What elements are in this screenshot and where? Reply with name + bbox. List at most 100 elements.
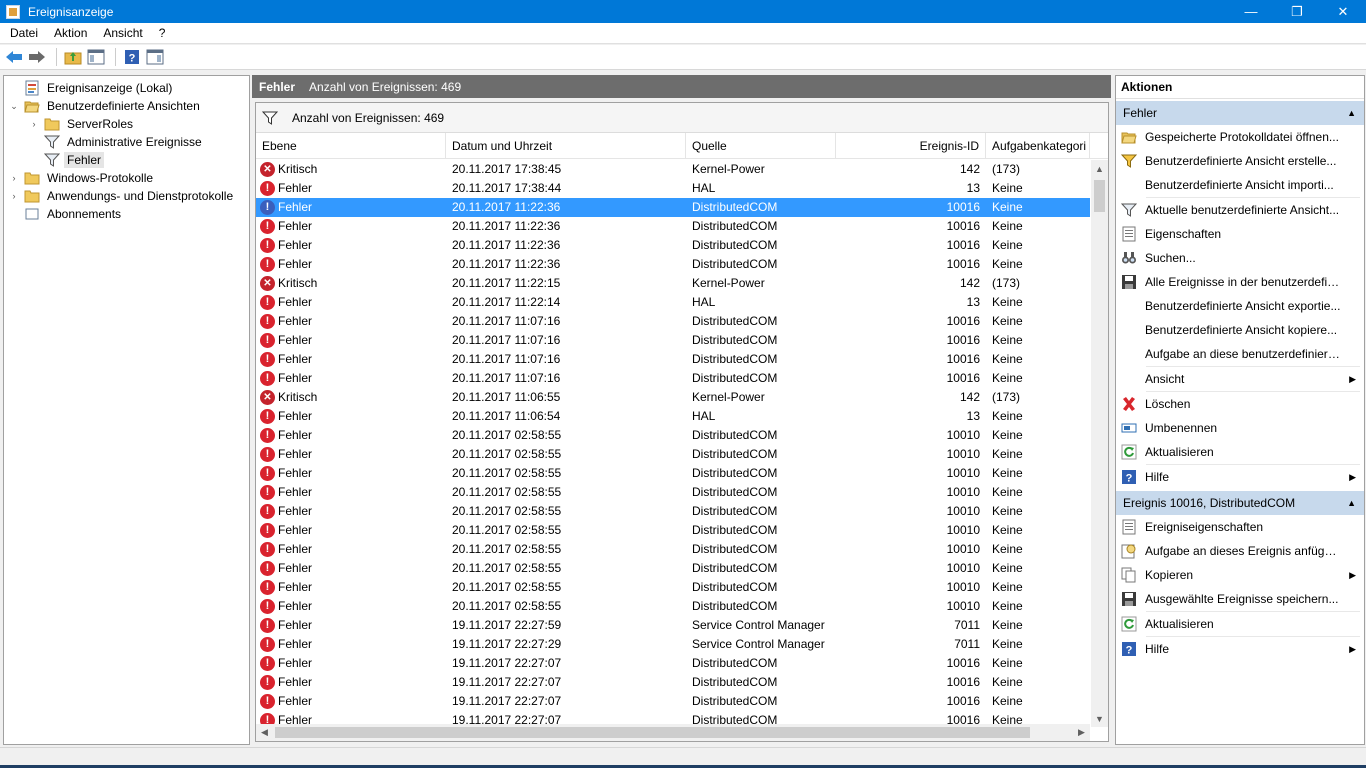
action-item[interactable]: Ausgewählte Ereignisse speichern... xyxy=(1116,587,1364,611)
task-category-cell: Keine xyxy=(992,238,1023,252)
column-header-ebene[interactable]: Ebene xyxy=(256,132,446,159)
horizontal-scrollbar[interactable]: ◀ ▶ xyxy=(256,724,1090,741)
scroll-down-arrow-icon[interactable]: ▼ xyxy=(1091,710,1108,727)
tree-node-abonnements[interactable]: Abonnements xyxy=(4,205,249,223)
action-item[interactable]: Aufgabe an dieses Ereignis anfüge... xyxy=(1116,539,1364,563)
vertical-scrollbar[interactable]: ▲ ▼ xyxy=(1091,160,1108,727)
table-row[interactable]: ! Fehler 20.11.2017 02:58:55 DistributedCOM… xyxy=(256,540,1090,559)
forward-arrow-icon[interactable] xyxy=(27,47,47,67)
action-item[interactable]: Aufgabe an diese benutzerdefiniert... xyxy=(1116,342,1364,366)
tree-node-anwendungs-und-dienstprotokolle[interactable]: › Anwendungs- und Dienstprotokolle xyxy=(4,187,249,205)
table-row[interactable]: ! Fehler 20.11.2017 02:58:55 DistributedCOM… xyxy=(256,521,1090,540)
table-row[interactable]: ! Fehler 19.11.2017 22:27:07 DistributedCOM… xyxy=(256,692,1090,711)
action-item[interactable]: ? Hilfe ▶ xyxy=(1116,637,1364,661)
action-item[interactable]: Ereigniseigenschaften xyxy=(1116,515,1364,539)
tree-node-ereignisanzeige-lokal[interactable]: Ereignisanzeige (Lokal) xyxy=(4,79,249,97)
column-header-datum[interactable]: Datum und Uhrzeit xyxy=(446,132,686,159)
action-item[interactable]: Alle Ereignisse in der benutzerdefin... xyxy=(1116,270,1364,294)
table-row[interactable]: ! Fehler 20.11.2017 02:58:55 DistributedCOM… xyxy=(256,464,1090,483)
menu-ansicht[interactable]: Ansicht xyxy=(95,23,150,44)
table-row[interactable]: ! Fehler 19.11.2017 22:27:59 Service Contro… xyxy=(256,616,1090,635)
expand-chevron-icon[interactable]: › xyxy=(28,118,40,130)
tree-node-serverroles[interactable]: › ServerRoles xyxy=(4,115,249,133)
action-item[interactable]: Umbenennen xyxy=(1116,416,1364,440)
scroll-right-arrow-icon[interactable]: ▶ xyxy=(1073,724,1090,741)
table-row[interactable]: ! Fehler 20.11.2017 11:22:36 DistributedCOM… xyxy=(256,198,1090,217)
action-item[interactable]: Benutzerdefinierte Ansicht kopiere... xyxy=(1116,318,1364,342)
table-row[interactable]: ✕ Kritisch 20.11.2017 11:06:55 Kernel-Power… xyxy=(256,388,1090,407)
event-id-cell: 10010 xyxy=(946,523,980,537)
tree-node-windows-protokolle[interactable]: › Windows-Protokolle xyxy=(4,169,249,187)
table-row[interactable]: ✕ Kritisch 20.11.2017 11:22:15 Kernel-Power… xyxy=(256,274,1090,293)
action-item[interactable]: Gespeicherte Protokolldatei öffnen... xyxy=(1116,125,1364,149)
action-item[interactable]: Benutzerdefinierte Ansicht importi... xyxy=(1116,173,1364,197)
scroll-up-arrow-icon[interactable]: ▲ xyxy=(1091,160,1108,177)
table-row[interactable]: ! Fehler 20.11.2017 02:58:55 DistributedCOM… xyxy=(256,483,1090,502)
expand-chevron-icon[interactable]: › xyxy=(8,172,20,184)
action-item[interactable]: Eigenschaften xyxy=(1116,222,1364,246)
scroll-thumb[interactable] xyxy=(1094,180,1105,212)
table-row[interactable]: ! Fehler 20.11.2017 11:07:16 DistributedCOM… xyxy=(256,350,1090,369)
error-icon: ! xyxy=(260,181,275,196)
table-row[interactable]: ! Fehler 20.11.2017 11:07:16 DistributedCOM… xyxy=(256,369,1090,388)
action-item[interactable]: Benutzerdefinierte Ansicht exportie... xyxy=(1116,294,1364,318)
error-icon: ! xyxy=(260,314,275,329)
expand-chevron-icon[interactable]: ⌄ xyxy=(8,100,20,112)
table-row[interactable]: ! Fehler 20.11.2017 02:58:55 DistributedCOM… xyxy=(256,597,1090,616)
menu-aktion[interactable]: Aktion xyxy=(46,23,95,44)
table-row[interactable]: ! Fehler 20.11.2017 11:06:54 HAL 13 Keine xyxy=(256,407,1090,426)
table-row[interactable]: ! Fehler 19.11.2017 22:27:29 Service Contro… xyxy=(256,635,1090,654)
actions-section-header[interactable]: Ereignis 10016, DistributedCOM ▲ xyxy=(1116,491,1364,515)
menu-datei[interactable]: Datei xyxy=(0,23,46,44)
table-row[interactable]: ! Fehler 20.11.2017 11:22:14 HAL 13 Keine xyxy=(256,293,1090,312)
action-item[interactable]: Benutzerdefinierte Ansicht erstelle... xyxy=(1116,149,1364,173)
help-icon[interactable]: ? xyxy=(122,47,142,67)
menu-help[interactable]: ? xyxy=(151,23,174,44)
table-row[interactable]: ! Fehler 20.11.2017 02:58:55 DistributedCOM… xyxy=(256,578,1090,597)
column-header-aufgabenkategorie[interactable]: Aufgabenkategori xyxy=(986,132,1090,159)
action-item[interactable]: Aktualisieren xyxy=(1116,612,1364,636)
task-category-cell: Keine xyxy=(992,428,1023,442)
action-item[interactable]: Suchen... xyxy=(1116,246,1364,270)
show-hide-action-pane-icon[interactable] xyxy=(145,47,165,67)
collapse-caret-icon[interactable]: ▲ xyxy=(1347,108,1356,118)
table-row[interactable]: ! Fehler 20.11.2017 02:58:55 DistributedCOM… xyxy=(256,502,1090,521)
column-header-quelle[interactable]: Quelle xyxy=(686,132,836,159)
action-item[interactable]: Kopieren ▶ xyxy=(1116,563,1364,587)
action-item[interactable]: Ansicht ▶ xyxy=(1116,367,1364,391)
minimize-button[interactable]: — xyxy=(1228,0,1274,23)
tree-node-benutzerdefinierte-ansichten[interactable]: ⌄ Benutzerdefinierte Ansichten xyxy=(4,97,249,115)
table-row[interactable]: ! Fehler 20.11.2017 11:07:16 DistributedCOM… xyxy=(256,312,1090,331)
column-header-ereignis-id[interactable]: Ereignis-ID xyxy=(836,132,986,159)
table-row[interactable]: ! Fehler 20.11.2017 17:38:44 HAL 13 Keine xyxy=(256,179,1090,198)
action-item[interactable]: ? Hilfe ▶ xyxy=(1116,465,1364,489)
folder-up-icon[interactable] xyxy=(63,47,83,67)
source-cell: DistributedCOM xyxy=(692,428,778,442)
hscroll-thumb[interactable] xyxy=(275,727,1030,738)
table-row[interactable]: ! Fehler 20.11.2017 11:22:36 DistributedCOM… xyxy=(256,255,1090,274)
action-item[interactable]: Aktuelle benutzerdefinierte Ansicht... xyxy=(1116,198,1364,222)
table-row[interactable]: ! Fehler 20.11.2017 11:22:36 DistributedCOM… xyxy=(256,236,1090,255)
table-row[interactable]: ✕ Kritisch 20.11.2017 17:38:45 Kernel-Power… xyxy=(256,160,1090,179)
scroll-left-arrow-icon[interactable]: ◀ xyxy=(256,724,273,741)
table-row[interactable]: ! Fehler 20.11.2017 11:22:36 DistributedCOM… xyxy=(256,217,1090,236)
table-row[interactable]: ! Fehler 19.11.2017 22:27:07 DistributedCOM… xyxy=(256,654,1090,673)
action-item[interactable]: Aktualisieren xyxy=(1116,440,1364,464)
tree-node-administrative-ereignisse[interactable]: Administrative Ereignisse xyxy=(4,133,249,151)
table-row[interactable]: ! Fehler 20.11.2017 02:58:55 DistributedCOM… xyxy=(256,445,1090,464)
close-button[interactable]: ✕ xyxy=(1320,0,1366,23)
date-cell: 20.11.2017 17:38:45 xyxy=(452,162,562,176)
table-row[interactable]: ! Fehler 20.11.2017 11:07:16 DistributedCOM… xyxy=(256,331,1090,350)
action-item[interactable]: Löschen xyxy=(1116,392,1364,416)
expand-chevron-icon[interactable]: › xyxy=(8,190,20,202)
collapse-caret-icon[interactable]: ▲ xyxy=(1347,498,1356,508)
table-row[interactable]: ! Fehler 20.11.2017 02:58:55 DistributedCOM… xyxy=(256,559,1090,578)
actions-section-header[interactable]: Fehler ▲ xyxy=(1116,101,1364,125)
maximize-button[interactable]: ❐ xyxy=(1274,0,1320,23)
date-cell: 20.11.2017 02:58:55 xyxy=(452,504,562,518)
tree-node-fehler[interactable]: Fehler xyxy=(4,151,249,169)
table-row[interactable]: ! Fehler 19.11.2017 22:27:07 DistributedCOM… xyxy=(256,673,1090,692)
table-row[interactable]: ! Fehler 20.11.2017 02:58:55 DistributedCOM… xyxy=(256,426,1090,445)
back-arrow-icon[interactable] xyxy=(4,47,24,67)
show-hide-console-tree-icon[interactable] xyxy=(86,47,106,67)
